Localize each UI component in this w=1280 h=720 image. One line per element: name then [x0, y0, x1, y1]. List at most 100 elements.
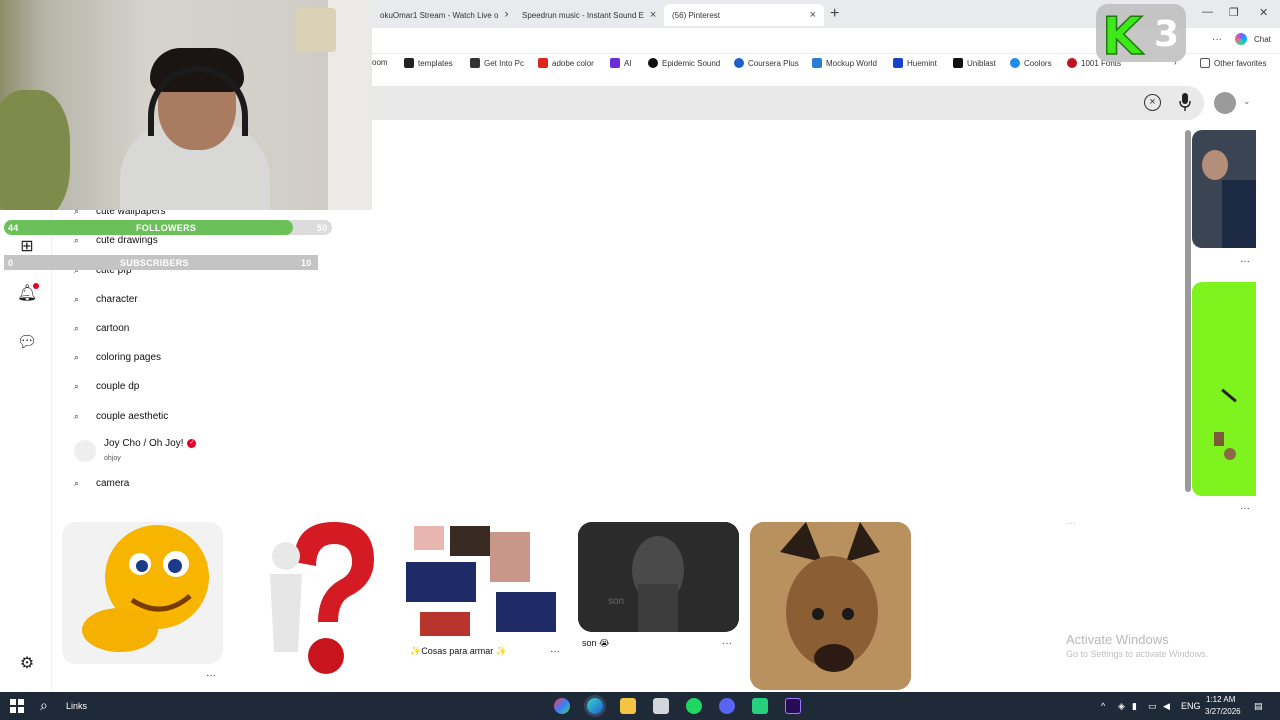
chevron-down-icon[interactable]: ⌄	[1243, 96, 1251, 107]
close-tab-icon[interactable]: ×	[650, 9, 656, 21]
discord-icon[interactable]	[719, 698, 735, 714]
new-tab-plus-icon[interactable]: +	[830, 5, 839, 23]
minimize-icon[interactable]: —	[1202, 6, 1213, 18]
pin-image-crowd[interactable]	[1192, 130, 1256, 248]
search-icon: ⌕	[74, 411, 80, 421]
windows-start-icon[interactable]	[10, 699, 24, 713]
activate-windows-subtitle: Go to Settings to activate Windows.	[1066, 649, 1209, 659]
bookmark-favicon-icon	[1067, 58, 1077, 68]
language-indicator[interactable]: ENG	[1181, 701, 1201, 711]
windows-taskbar	[0, 692, 1280, 720]
left-nav-rail	[0, 210, 52, 690]
pin-image-green[interactable]	[1192, 282, 1256, 496]
copilot-taskbar-icon[interactable]	[554, 698, 570, 714]
k3-stream-logo: K 3	[1096, 4, 1186, 62]
suggestion-item[interactable]: ⌕ couple aesthetic	[74, 411, 168, 422]
tab-pinterest[interactable]: (56) Pinterest ×	[664, 4, 824, 26]
bookmark-item[interactable]: adobe color	[538, 58, 594, 68]
suggestion-item[interactable]: ⌕ cute drawings	[74, 235, 158, 246]
tab-stream[interactable]: okuOmar1 Stream - Watch Live o ×	[372, 4, 508, 26]
bookmark-item[interactable]: Coolors	[1010, 58, 1052, 68]
creator-handle: ohjoy	[104, 455, 121, 462]
suggestion-item[interactable]: ⌕ couple dp	[74, 381, 139, 392]
creator-suggestion[interactable]: Joy Cho / Oh Joy! ✓	[104, 438, 197, 449]
suggestion-label: cartoon	[96, 323, 130, 334]
pin-more-icon[interactable]: ···	[722, 638, 732, 649]
search-icon[interactable]: ⌕	[40, 697, 48, 714]
messages-icon[interactable]: 💬︎	[17, 333, 37, 353]
webcam-outlet	[296, 8, 336, 52]
tab-speedrun-music[interactable]: Speedrun music - Instant Sound E ×	[508, 4, 664, 26]
suggestion-label: coloring pages	[96, 352, 162, 363]
bookmark-favicon-icon	[953, 58, 963, 68]
notification-dot	[33, 283, 39, 289]
volume-icon[interactable]: ◀	[1163, 701, 1170, 712]
clock-time[interactable]: 1:12 AM	[1206, 695, 1235, 704]
pin-more-icon[interactable]: ···	[550, 646, 560, 657]
bookmark-item[interactable]: AI	[610, 58, 632, 68]
gear-icon[interactable]: ⚙	[17, 654, 37, 674]
bookmark-item[interactable]: Mockup World	[812, 58, 877, 68]
bookmark-label: adobe color	[552, 58, 594, 68]
pin-emoji-thinking[interactable]	[62, 522, 223, 664]
pin-more-icon[interactable]: ···	[1240, 503, 1250, 514]
bookmark-item[interactable]: templates	[404, 58, 453, 68]
search-input[interactable]	[372, 86, 1204, 120]
bookmark-label: Coursera Plus	[748, 58, 799, 68]
app-icon[interactable]	[653, 698, 669, 714]
folder-icon	[1200, 58, 1210, 68]
loading-dots-icon: ···	[1066, 518, 1076, 529]
bookmark-item[interactable]: Get Into Pc	[470, 58, 524, 68]
bookmark-item[interactable]: Uniblast	[953, 58, 996, 68]
close-tab-icon[interactable]: ×	[810, 9, 816, 21]
clear-search-icon[interactable]: ×	[1144, 94, 1161, 111]
chat-button[interactable]: Chat	[1254, 35, 1271, 44]
network-icon[interactable]: ▭	[1148, 701, 1157, 712]
pin-papercraft[interactable]	[406, 522, 567, 640]
close-window-icon[interactable]: ✕	[1259, 6, 1268, 19]
more-menu-icon[interactable]: ···	[1212, 34, 1222, 45]
pin-more-icon[interactable]: ···	[206, 670, 216, 681]
search-icon: ⌕	[74, 323, 80, 333]
edge-browser-icon[interactable]	[587, 698, 603, 714]
tray-chevron-up-icon[interactable]: ^	[1101, 701, 1105, 711]
bookmark-item[interactable]: Epidemic Sound	[648, 58, 720, 68]
other-favorites[interactable]: Other favorites	[1200, 58, 1266, 68]
suggestion-item[interactable]: ⌕ character	[74, 294, 138, 305]
creator-avatar[interactable]	[74, 440, 96, 462]
maximize-icon[interactable]: ❐	[1229, 6, 1239, 19]
subscribers-goal: 10	[301, 258, 312, 268]
pin-caption: ✨Cosas para armar ✨	[410, 646, 507, 656]
bookmark-item[interactable]: Huemint	[893, 58, 937, 68]
taskbar-search-label[interactable]: Links	[66, 701, 87, 711]
notification-center-icon[interactable]: ▤	[1254, 701, 1263, 712]
epidemic-icon	[648, 58, 658, 68]
pin-more-icon[interactable]: ···	[1240, 256, 1250, 267]
scrollbar[interactable]	[1185, 130, 1191, 492]
profile-avatar[interactable]	[1214, 92, 1236, 114]
coursera-icon	[734, 58, 744, 68]
create-plus-icon[interactable]: ⊞	[17, 237, 37, 257]
bookmark-favicon-icon	[893, 58, 903, 68]
clock-date[interactable]: 3/27/2026	[1205, 707, 1241, 716]
app-icon[interactable]	[752, 698, 768, 714]
suggestion-item[interactable]: ⌕ cartoon	[74, 323, 129, 334]
spotify-icon[interactable]	[686, 698, 702, 714]
bookmark-favicon-icon	[610, 58, 620, 68]
pin-question-mark[interactable]	[234, 522, 395, 690]
bookmark-favicon-icon	[812, 58, 822, 68]
bookmark-item[interactable]: Coursera Plus	[734, 58, 799, 68]
premiere-pro-icon[interactable]	[785, 698, 801, 714]
tray-app-icon[interactable]: ◈	[1118, 701, 1125, 712]
microphone-icon[interactable]	[1179, 93, 1191, 111]
file-explorer-icon[interactable]	[620, 698, 636, 714]
pin-dark-photo[interactable]: son	[578, 522, 739, 632]
microphone-tray-icon[interactable]: ▮	[1132, 701, 1137, 712]
pin-dog-photo[interactable]	[750, 522, 911, 690]
bookmark-label: Epidemic Sound	[662, 58, 721, 68]
bookmark-item[interactable]: oom	[372, 58, 388, 67]
copilot-icon[interactable]	[1235, 33, 1247, 45]
suggestion-item[interactable]: ⌕ coloring pages	[74, 352, 161, 363]
bookmark-label: templates	[418, 58, 453, 68]
suggestion-item[interactable]: ⌕ camera	[74, 478, 129, 489]
